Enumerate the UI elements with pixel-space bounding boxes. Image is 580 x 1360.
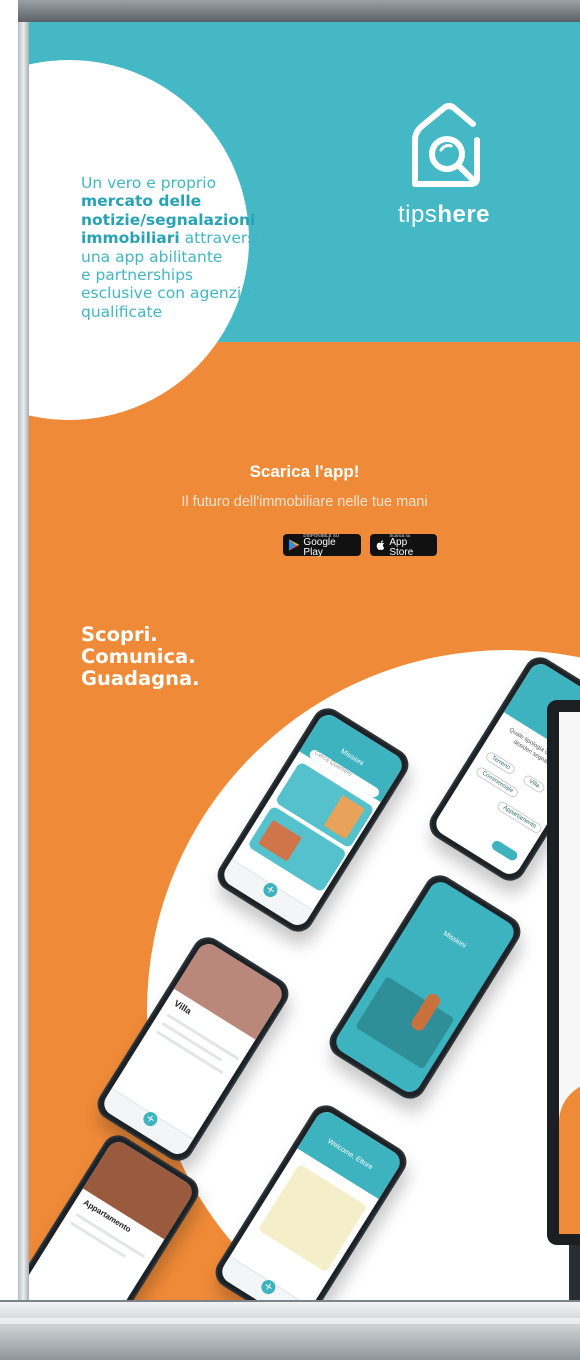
intro-line: attraverso: [179, 229, 265, 248]
google-play-badge[interactable]: DISPONIBILE SU Google Play: [283, 533, 361, 558]
text-line: [155, 1030, 224, 1075]
apple-icon: [376, 540, 385, 550]
slogan: Scopri. Comunica. Guadagna.: [81, 624, 200, 690]
option-chip: Villa: [521, 773, 547, 795]
brand-wordmark-light: tips: [397, 201, 438, 228]
monitor-screen-orange-shape: [559, 1082, 580, 1234]
intro-bold-line: mercato delle: [81, 192, 202, 211]
brand-wordmark: tipshere: [389, 201, 499, 229]
banner-pole: [18, 22, 29, 1312]
download-subtitle: Il futuro dell'immobiliare nelle tue man…: [181, 494, 428, 510]
intro-bold-line: notizie/segnalazioni: [81, 210, 256, 229]
app-store-badge[interactable]: Scarica su App Store: [370, 533, 437, 558]
city-illustration: [355, 976, 455, 1070]
intro-line: esclusive con agenzie: [81, 284, 251, 303]
download-title: Scarica l'app!: [249, 462, 360, 481]
building-illustration: [323, 794, 365, 840]
next-button: [490, 838, 520, 863]
intro-paragraph: Un vero e proprio mercato delle notizie/…: [81, 174, 306, 321]
house-with-magnifier-icon: [412, 103, 480, 187]
intro-line: una app abilitante: [81, 247, 223, 266]
brand-wordmark-bold: here: [437, 201, 491, 228]
intro-line: qualificate: [81, 302, 163, 321]
screen-title: Missioni: [441, 930, 467, 950]
slogan-line: Scopri.: [81, 623, 158, 646]
intro-line: Un vero e proprio: [81, 174, 217, 192]
banner-top-bar: [18, 0, 580, 24]
rollup-base-highlight: [0, 1318, 580, 1324]
google-play-icon: [289, 539, 300, 551]
app-store-badge-label: App Store: [389, 536, 414, 558]
tipshere-logo: tipshere: [389, 96, 499, 236]
slogan-line: Guadagna.: [81, 667, 200, 690]
rollup-banner: Un vero e proprio mercato delle notizie/…: [29, 22, 580, 1312]
option-chip: Appartamento: [495, 799, 544, 835]
intro-bold-line: immobiliari: [81, 229, 180, 248]
house-illustration: [258, 819, 302, 862]
slogan-line: Comunica.: [81, 645, 196, 668]
property-title: Villa: [172, 998, 194, 1017]
intro-line: e partnerships: [81, 266, 194, 285]
rollup-base: [0, 1300, 580, 1360]
google-badge-label: Google Play: [303, 536, 336, 558]
